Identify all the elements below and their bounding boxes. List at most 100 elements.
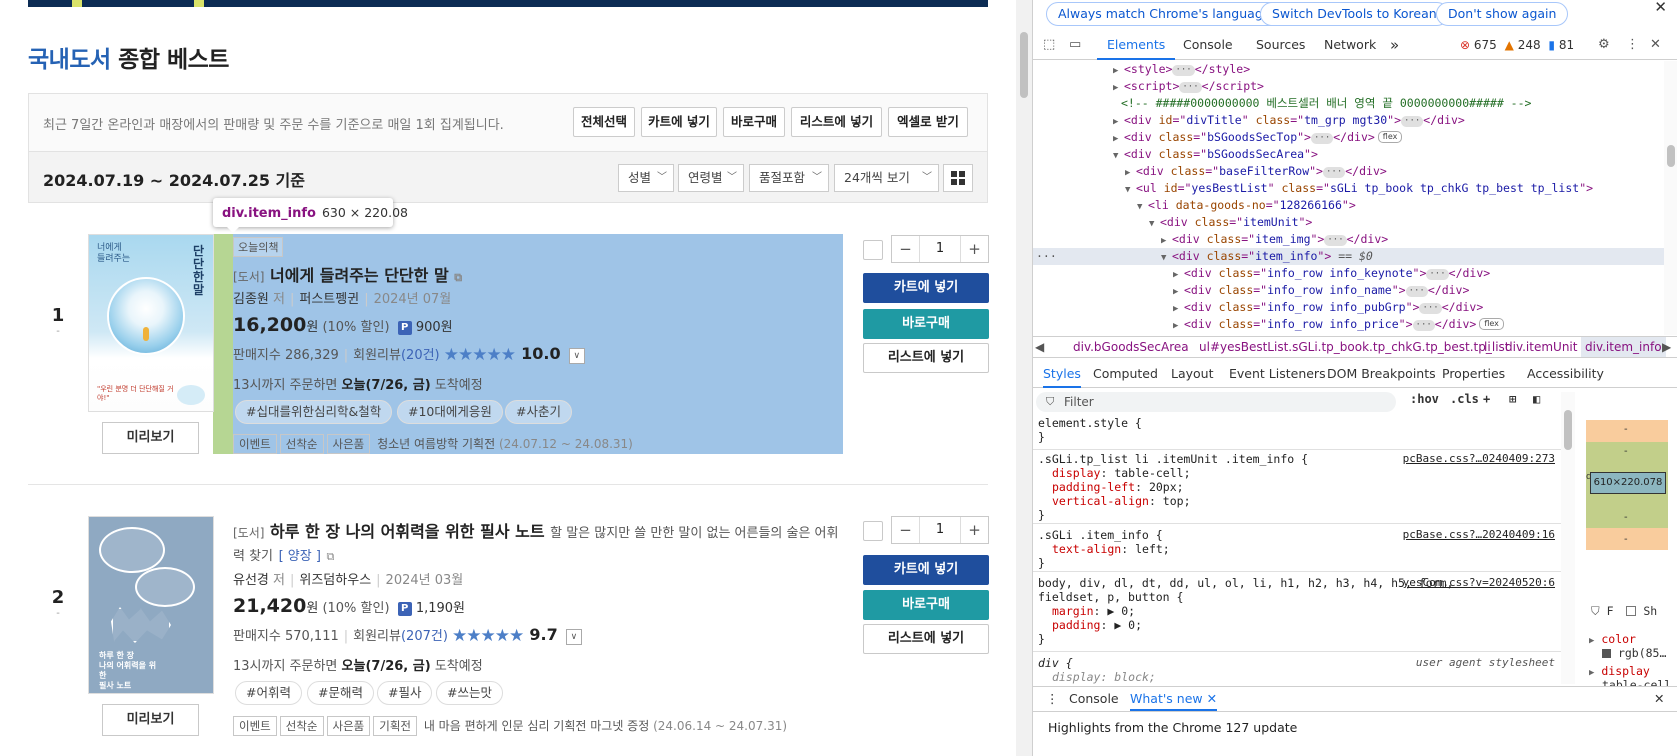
styles-scrollbar[interactable] — [1561, 392, 1575, 684]
tab-styles[interactable]: Styles — [1043, 360, 1081, 388]
age-filter-dropdown[interactable]: 연령별 ﹀ — [678, 164, 744, 192]
style-rule[interactable]: yesCom.css?v=20240520:6 body, div, dl, d… — [1033, 576, 1561, 652]
author-link[interactable]: 김종원 — [233, 292, 269, 307]
dom-node[interactable]: ▶ <div class="info_row info_price"> ··· </d… — [1033, 316, 1664, 333]
switch-korean-button[interactable]: Switch DevTools to Korean — [1260, 2, 1449, 26]
computed-prop-name[interactable]: display — [1601, 664, 1649, 678]
tab-event-listeners[interactable]: Event Listeners — [1229, 360, 1326, 388]
dom-node[interactable]: ▼ <div class="bSGoodsSecArea"> — [1033, 146, 1664, 163]
more-tabs-icon[interactable]: » — [1390, 30, 1399, 60]
publisher-link[interactable]: 퍼스트펭귄 — [299, 292, 359, 307]
tab-elements[interactable]: Elements — [1097, 30, 1176, 60]
excel-download-button[interactable]: 엑셀로 받기 — [888, 107, 968, 137]
author-link[interactable]: 유선경 — [233, 573, 269, 588]
new-style-rule-icon[interactable]: + — [1483, 392, 1490, 406]
device-toolbar-icon[interactable]: ▭ — [1069, 37, 1081, 52]
grid-view-icon[interactable] — [943, 164, 973, 192]
toolbar-add-cart-button[interactable]: 카트에 넣기 — [641, 107, 717, 137]
inspect-element-icon[interactable]: ⬚ — [1043, 37, 1055, 52]
issues-counter[interactable]: ⊗ 675 ▲ 248 ▮ 81 — [1460, 30, 1574, 60]
drawer-tab-whats-new[interactable]: What's new ✕ — [1130, 687, 1218, 711]
close-icon[interactable]: ✕ — [1650, 37, 1661, 52]
plus-icon[interactable]: + — [960, 517, 988, 543]
style-rule[interactable]: user agent stylesheet div { display: blo… — [1033, 656, 1561, 684]
quantity-value[interactable]: 1 — [920, 517, 960, 543]
dom-node[interactable]: ▶ <div id="divTitle" class="tm_grp mgt30"… — [1033, 112, 1664, 129]
event-row[interactable]: 이벤트 선착순 사은품 청소년 여름방학 기획전 (24.07.12 ~ 24.08… — [233, 434, 633, 454]
style-rule[interactable]: pcBase.css?…20240409:16 .sGLi .item_info… — [1033, 528, 1561, 572]
breadcrumb-item[interactable]: li — [1484, 337, 1491, 357]
dont-show-again-button[interactable]: Don't show again — [1436, 2, 1569, 26]
toolbar-add-list-button[interactable]: 리스트에 넣기 — [791, 107, 882, 137]
dom-node[interactable]: ▶ <div class="baseFilterRow"> ··· </div> — [1033, 163, 1664, 180]
box-model-content-size[interactable]: 610×220.078 — [1590, 472, 1666, 494]
styles-filter-input[interactable]: ⛉ Filter — [1036, 392, 1396, 412]
hashtag[interactable]: #문해력 — [307, 681, 374, 705]
hashtag[interactable]: #어휘력 — [235, 681, 302, 705]
hashtag[interactable]: #사춘기 — [505, 400, 572, 424]
review-count-link[interactable]: (20건) — [401, 348, 440, 363]
toolbar-buy-now-button[interactable]: 바로구매 — [723, 107, 785, 137]
event-text[interactable]: 내 마음 편하게 인문 심리 기획전 마그넷 증정 — [424, 719, 649, 733]
book-cover-image[interactable]: 하루 한 장 나의 어휘력을 위한 필사 노트 — [88, 516, 214, 694]
tab-sources[interactable]: Sources — [1256, 30, 1305, 60]
new-window-icon[interactable]: ⧉ — [454, 271, 462, 284]
hashtag[interactable]: #필사 — [377, 681, 433, 705]
drawer-tab-console[interactable]: Console — [1069, 687, 1119, 711]
hashtag[interactable]: #쓰는맛 — [436, 681, 503, 705]
dom-node[interactable]: ▼ <ul id="yesBestList" class="sGLi tp_boo… — [1033, 180, 1664, 197]
breadcrumb-item[interactable]: ul#yesBestList.sGLi.tp_book.tp_chkG.tp_b… — [1199, 337, 1510, 357]
event-row[interactable]: 이벤트 선착순 사은품 기획전 내 마음 편하게 인문 심리 기획전 마그넷 증정 (… — [233, 716, 787, 736]
dom-node[interactable]: ▶ <div class="item_img"> ··· </div> — [1033, 231, 1664, 248]
close-icon[interactable]: ✕ — [1654, 0, 1667, 16]
tab-accessibility[interactable]: Accessibility — [1527, 360, 1604, 388]
dom-node[interactable]: ▶ <script> ··· </script> — [1033, 78, 1664, 95]
hov-toggle[interactable]: :hov — [1410, 392, 1439, 406]
more-menu-icon[interactable]: ⋮ — [1626, 37, 1639, 52]
add-list-button[interactable]: 리스트에 넣기 — [863, 343, 989, 373]
item-title-link[interactable]: 하루 한 장 나의 어휘력을 위한 필사 노트 — [270, 522, 545, 541]
preview-button[interactable]: 미리보기 — [102, 704, 199, 736]
tab-layout[interactable]: Layout — [1171, 360, 1214, 388]
dom-comment[interactable]: <!-- #####0000000000 베스트셀러 배너 영역 끝 00000… — [1033, 95, 1664, 112]
page-scrollbar[interactable] — [1016, 0, 1032, 756]
close-drawer-icon[interactable]: ✕ — [1654, 687, 1664, 711]
tab-dom-breakpoints[interactable]: DOM Breakpoints — [1327, 360, 1436, 388]
dom-node[interactable]: ▶ <div class="info_row info_keynote"> ··· <… — [1033, 265, 1664, 282]
dom-node[interactable]: ▶ <div class="bSGoodsSecTop"> ··· </div> fle… — [1033, 129, 1664, 146]
book-cover-image[interactable]: 너에게 들려주는 단단한 말 "우린 분명 더 단단해질 거야!" — [88, 234, 214, 412]
dom-node[interactable]: ▶ <div class="info_row info_name"> ··· </di… — [1033, 282, 1664, 299]
tab-network[interactable]: Network — [1324, 30, 1376, 60]
minus-icon[interactable]: − — [892, 236, 920, 262]
tab-properties[interactable]: Properties — [1442, 360, 1505, 388]
breadcrumb-item[interactable]: div.bGoodsSecArea — [1073, 337, 1189, 357]
element-state-icon[interactable]: ⊞ — [1509, 392, 1516, 406]
stock-filter-dropdown[interactable]: 품절포함 ﹀ — [749, 164, 829, 192]
select-all-button[interactable]: 전체선택 — [573, 107, 635, 137]
drawer-menu-icon[interactable]: ⋮ — [1046, 687, 1059, 711]
match-language-button[interactable]: Always match Chrome's language — [1046, 2, 1283, 26]
add-cart-button[interactable]: 카트에 넣기 — [863, 273, 989, 303]
item-title-link[interactable]: 너에게 들려주는 단단한 말 — [270, 266, 449, 285]
publisher-link[interactable]: 위즈덤하우스 — [299, 573, 371, 588]
tab-computed[interactable]: Computed — [1093, 360, 1158, 388]
chevron-down-icon[interactable]: ∨ — [565, 629, 582, 645]
toggle-sidebar-icon[interactable]: ◧ — [1533, 392, 1540, 406]
view-count-dropdown[interactable]: 24개씩 보기 ﹀ — [834, 164, 939, 192]
buy-now-button[interactable]: 바로구매 — [863, 590, 989, 620]
dom-node[interactable]: ▶ <div class="info_row info_pubGrp"> ··· </… — [1033, 299, 1664, 316]
chevron-down-icon[interactable]: ∨ — [568, 348, 585, 364]
hashtag[interactable]: #10대에게응원 — [397, 400, 503, 424]
review-count-link[interactable]: (207건) — [401, 629, 448, 644]
dom-node[interactable]: ▼ <li data-goods-no="128266166"> — [1033, 197, 1664, 214]
item-checkbox[interactable] — [863, 240, 883, 260]
breadcrumb-item-active[interactable]: div.item_info — [1581, 337, 1666, 357]
dom-node[interactable]: ▶ <style> ··· </style> — [1033, 61, 1664, 78]
style-rule[interactable]: pcBase.css?…0240409:273 .sGLi.tp_list li… — [1033, 452, 1561, 524]
dom-node[interactable]: ▼ <div class="itemUnit"> — [1033, 214, 1664, 231]
close-icon[interactable]: ✕ — [1207, 691, 1217, 706]
add-cart-button[interactable]: 카트에 넣기 — [863, 555, 989, 585]
breadcrumb-item[interactable]: div.itemUnit — [1505, 337, 1577, 357]
buy-now-button[interactable]: 바로구매 — [863, 309, 989, 339]
show-all-checkbox[interactable] — [1626, 606, 1637, 616]
